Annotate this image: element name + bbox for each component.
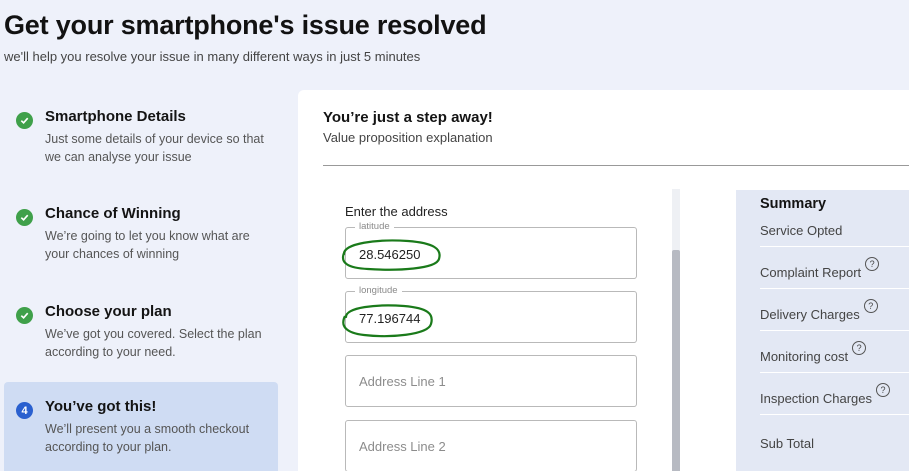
longitude-value: 77.196744: [359, 311, 421, 326]
summary-row-service-opted: Service Opted: [760, 223, 842, 238]
summary-row-monitoring-cost: Monitoring cost ?: [760, 341, 867, 364]
help-icon[interactable]: ?: [852, 341, 867, 355]
check-icon: [16, 307, 33, 324]
page-title: Get your smartphone's issue resolved: [4, 10, 487, 40]
address-line-1-placeholder: Address Line 1: [359, 374, 446, 389]
latitude-value: 28.546250: [359, 247, 421, 262]
summary-label: Delivery Charges: [760, 307, 860, 322]
summary-label: Inspection Charges: [760, 391, 873, 406]
page-subtitle: we'll help you resolve your issue in man…: [4, 49, 421, 64]
checkout-card: You’re just a step away! Value propositi…: [298, 90, 909, 471]
summary-label: Monitoring cost: [760, 349, 849, 364]
card-title: You’re just a step away!: [323, 109, 493, 126]
longitude-legend: longitude: [355, 285, 402, 296]
step-chance-of-winning[interactable]: Chance of Winning We’re going to let you…: [4, 189, 278, 275]
step-description: We’ll present you a smooth checkout acco…: [45, 422, 250, 454]
summary-label: Complaint Report: [760, 265, 862, 280]
step-smartphone-details[interactable]: Smartphone Details Just some details of …: [4, 92, 278, 178]
step-number-badge: 4: [16, 402, 33, 419]
check-icon: [16, 112, 33, 129]
step-title: Chance of Winning: [45, 205, 181, 222]
divider: [760, 288, 909, 289]
summary-row-inspection-charges: Inspection Charges ?: [760, 383, 891, 406]
help-icon[interactable]: ?: [876, 383, 891, 397]
summary-title: Summary: [760, 196, 827, 212]
latitude-field[interactable]: latitude 28.546250: [345, 221, 637, 279]
longitude-field[interactable]: longitude 77.196744: [345, 285, 637, 343]
address-line-1-input[interactable]: Address Line 1: [345, 355, 637, 407]
address-line-2-input[interactable]: Address Line 2: [345, 420, 637, 471]
scrollbar-thumb[interactable]: [672, 250, 680, 471]
summary-label: Sub Total: [760, 436, 814, 451]
card-subtitle: Value proposition explanation: [323, 130, 493, 145]
step-title: Choose your plan: [45, 303, 172, 320]
summary-panel: Summary Service Opted Complaint Report ?…: [736, 190, 909, 471]
address-line-2-placeholder: Address Line 2: [359, 439, 446, 454]
step-description: Just some details of your device so that…: [45, 132, 264, 164]
step-choose-your-plan[interactable]: Choose your plan We’ve got you covered. …: [4, 287, 278, 373]
help-icon[interactable]: ?: [863, 299, 878, 313]
summary-label: Service Opted: [760, 223, 843, 238]
summary-row-delivery-charges: Delivery Charges ?: [760, 299, 878, 322]
divider: [760, 414, 909, 415]
check-icon: [16, 209, 33, 226]
address-form-label: Enter the address: [345, 204, 448, 219]
latitude-legend: latitude: [355, 221, 394, 232]
step-description: We’re going to let you know what are you…: [45, 229, 250, 261]
step-description: We’ve got you covered. Select the plan a…: [45, 327, 262, 359]
divider: [760, 372, 909, 373]
help-icon[interactable]: ?: [865, 257, 880, 271]
summary-row-complaint-report: Complaint Report ?: [760, 257, 880, 280]
summary-row-sub-total: Sub Total: [760, 436, 814, 451]
divider: [323, 165, 909, 166]
divider: [760, 330, 909, 331]
divider: [760, 246, 909, 247]
step-title: You’ve got this!: [45, 398, 157, 415]
step-title: Smartphone Details: [45, 108, 186, 125]
step-youve-got-this[interactable]: 4 You’ve got this! We’ll present you a s…: [4, 382, 278, 471]
